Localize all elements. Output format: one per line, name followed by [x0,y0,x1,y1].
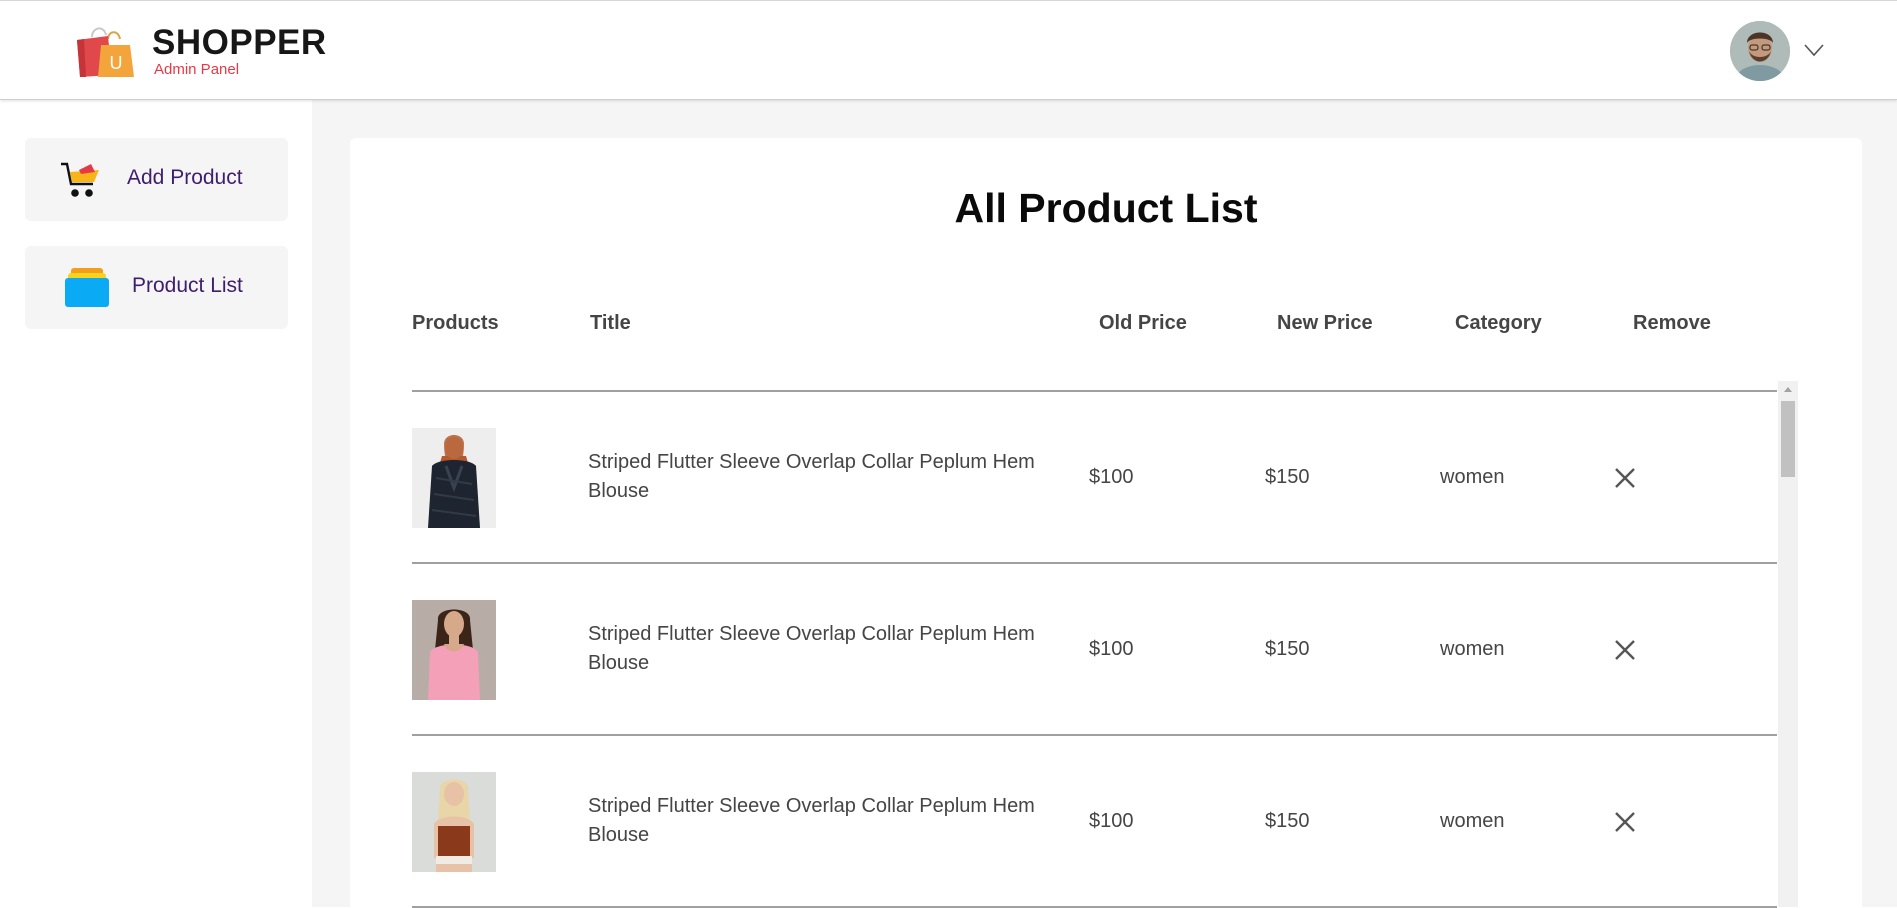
product-old-price: $100 [1089,810,1134,832]
column-header-title: Title [590,312,631,334]
product-category: women [1440,466,1505,488]
product-title: Striped Flutter Sleeve Overlap Collar Pe… [588,451,1035,502]
remove-icon[interactable] [1612,465,1638,491]
remove-icon[interactable] [1612,809,1638,835]
product-image [412,772,496,872]
brand-name: SHOPPER [152,23,327,62]
sidebar-item-label: Add Product [127,166,243,189]
column-header-old-price: Old Price [1099,312,1187,334]
sidebar: Add Product Product List [0,100,312,907]
product-old-price: $100 [1089,466,1134,488]
sidebar-item-product-list[interactable]: Product List [25,246,288,329]
table-scrollbar[interactable] [1778,381,1798,907]
top-bar: U SHOPPER Admin Panel [0,0,1897,100]
product-image [412,428,496,528]
column-header-remove: Remove [1633,312,1711,334]
column-header-products: Products [412,312,499,334]
sidebar-item-add-product[interactable]: Add Product [25,138,288,221]
product-image [412,600,496,700]
product-photo-icon [412,772,496,872]
remove-icon[interactable] [1612,637,1638,663]
table-row: Striped Flutter Sleeve Overlap Collar Pe… [412,564,1777,736]
product-new-price: $150 [1265,466,1310,488]
product-title: Striped Flutter Sleeve Overlap Collar Pe… [588,795,1035,846]
page-title: All Product List [954,185,1258,231]
scroll-up-arrow-icon[interactable] [1778,381,1798,399]
cart-icon [61,162,99,197]
column-header-category: Category [1455,312,1542,334]
product-new-price: $150 [1265,810,1310,832]
sidebar-item-label: Product List [132,274,243,297]
product-category: women [1440,638,1505,660]
shopping-bag-logo-icon: U [77,27,134,77]
table-row: Striped Flutter Sleeve Overlap Collar Pe… [412,392,1777,564]
product-table: Striped Flutter Sleeve Overlap Collar Pe… [412,392,1777,908]
user-avatar-icon [1730,21,1790,81]
scrollbar-thumb[interactable] [1781,401,1795,477]
chevron-down-icon[interactable] [1803,39,1825,61]
product-new-price: $150 [1265,638,1310,660]
product-category: women [1440,810,1505,832]
avatar[interactable] [1730,21,1790,81]
product-list-card: All Product List Products Title Old Pric… [350,138,1862,908]
svg-text:U: U [110,53,123,73]
product-photo-icon [412,600,496,700]
brand-subtitle: Admin Panel [154,61,240,78]
product-old-price: $100 [1089,638,1134,660]
table-row: Striped Flutter Sleeve Overlap Collar Pe… [412,736,1777,908]
product-title: Striped Flutter Sleeve Overlap Collar Pe… [588,623,1035,674]
product-photo-icon [412,428,496,528]
column-header-new-price: New Price [1277,312,1373,334]
stack-icon [65,268,109,307]
